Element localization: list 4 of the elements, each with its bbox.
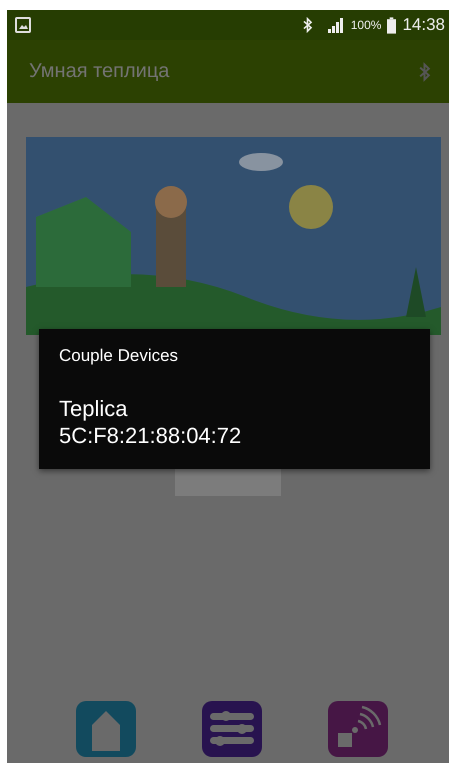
battery-percentage: 100%	[350, 18, 382, 32]
app-title: Умная теплица	[29, 60, 170, 83]
dialog-title: Couple Devices	[59, 346, 180, 366]
clock: 14:38	[402, 15, 445, 35]
